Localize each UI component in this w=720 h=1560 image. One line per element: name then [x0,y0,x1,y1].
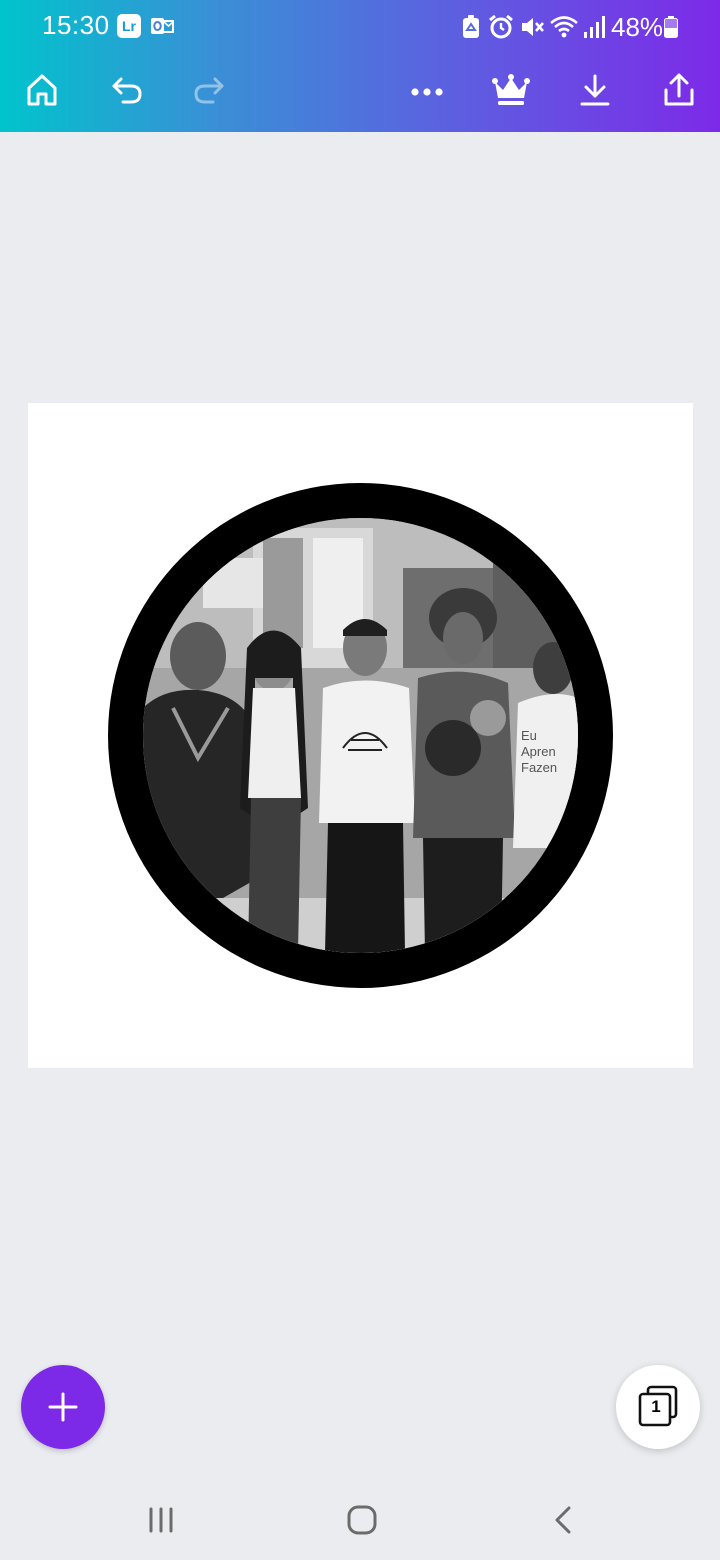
status-bar: 15:30 Lr 48% [0,0,720,56]
more-button[interactable] [405,68,449,112]
plus-icon [48,1392,78,1422]
outlook-icon [151,18,174,34]
svg-text:Fazen: Fazen [521,760,557,775]
undo-button[interactable] [105,68,149,112]
download-button[interactable] [573,68,617,112]
photo-image: Eu Apren Fazen [143,518,578,953]
back-icon [555,1506,571,1534]
recents-icon [149,1507,173,1533]
home-nav-button[interactable] [340,1498,384,1542]
system-nav-bar [0,1480,720,1560]
alarm-icon [489,14,513,39]
home-circle-icon [347,1505,377,1535]
signal-icon [584,16,605,38]
circle-frame[interactable]: Eu Apren Fazen [108,483,613,988]
svg-text:Eu: Eu [521,728,537,743]
pages-count: 1 [651,1397,661,1416]
battery-icon [664,16,678,38]
pages-button[interactable]: 1 [616,1365,700,1449]
share-icon [664,73,694,106]
back-button[interactable] [542,1498,586,1542]
recents-button[interactable] [139,1498,183,1542]
wifi-icon [550,16,578,38]
redo-icon [194,77,224,104]
lightroom-icon: Lr [117,14,141,38]
more-icon [411,88,443,96]
redo-button[interactable] [187,68,231,112]
share-button[interactable] [657,68,701,112]
design-page[interactable]: Eu Apren Fazen [28,403,693,1068]
home-button[interactable] [20,68,64,112]
top-app-bar: 15:30 Lr 48% [0,0,720,132]
undo-icon [112,77,142,104]
crown-icon [492,74,530,105]
status-time: 15:30 [42,10,110,40]
premium-button[interactable] [489,68,533,112]
group-photo[interactable]: Eu Apren Fazen [143,518,578,953]
home-icon [27,74,57,106]
mute-icon [522,18,544,36]
add-element-button[interactable] [21,1365,105,1449]
recycle-icon [463,15,479,38]
download-icon [580,74,610,106]
svg-text:Apren: Apren [521,744,556,759]
battery-percent: 48% [611,12,664,42]
